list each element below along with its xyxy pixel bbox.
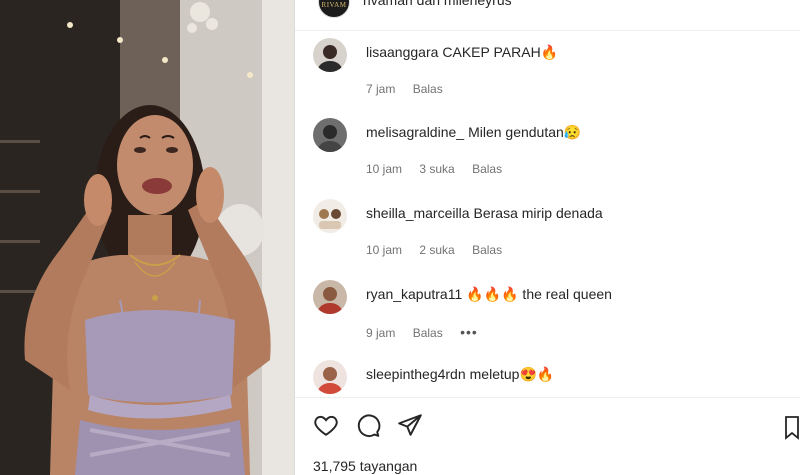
comment-time: 9 jam (366, 326, 396, 340)
comment-likes[interactable]: 3 suka (419, 162, 454, 176)
liked-by-text: rivamarl dan mileneyrus (363, 0, 512, 8)
comment-username[interactable]: sheilla_marceilla (366, 205, 470, 221)
comment-meta: 10 jam 3 suka Balas (366, 162, 516, 176)
media-illustration (0, 0, 294, 475)
share-icon[interactable] (397, 412, 427, 442)
actions-divider (295, 397, 800, 398)
comment-time: 10 jam (366, 162, 403, 176)
comment-meta: 7 jam Balas (366, 82, 457, 96)
comment-text: lisaanggara CAKEP PARAH🔥 (366, 44, 558, 61)
avatar[interactable] (313, 280, 347, 314)
post-media[interactable] (0, 0, 294, 475)
avatar[interactable] (313, 118, 347, 152)
comment-text: sheilla_marceilla Berasa mirip denada (366, 205, 603, 221)
comment-meta: 10 jam 2 suka Balas (366, 243, 516, 257)
avatar[interactable] (313, 38, 347, 72)
comments-panel: RIVAM rivamarl dan mileneyrus lisaanggar… (295, 0, 800, 475)
comment-body: Milen gendutan😥 (468, 124, 582, 140)
comment-username[interactable]: melisagraldine_ (366, 124, 464, 140)
comment-item: sheilla_marceilla Berasa mirip denada 10 … (295, 199, 800, 269)
more-dots-icon[interactable]: ••• (460, 324, 478, 340)
comment-username[interactable]: lisaanggara (366, 44, 438, 60)
comment-username[interactable]: ryan_kaputra11 (366, 286, 462, 302)
comment-text: melisagraldine_ Milen gendutan😥 (366, 124, 581, 141)
comment-username[interactable]: sleepintheg4rdn (366, 366, 466, 382)
comment-likes[interactable]: 2 suka (419, 243, 454, 257)
liked-by-strip: RIVAM rivamarl dan mileneyrus (295, 0, 800, 31)
reply-button[interactable]: Balas (413, 82, 443, 96)
comment-time: 10 jam (366, 243, 403, 257)
comment-icon[interactable] (355, 412, 385, 442)
reply-button[interactable]: Balas (472, 162, 502, 176)
reply-button[interactable]: Balas (472, 243, 502, 257)
heart-icon[interactable] (313, 412, 343, 442)
comment-text: sleepintheg4rdn meletup😍🔥 (366, 366, 554, 383)
avatar[interactable] (313, 360, 347, 394)
avatar[interactable] (313, 199, 347, 233)
avatar[interactable]: RIVAM (318, 0, 350, 18)
comment-body: CAKEP PARAH🔥 (442, 44, 559, 60)
comment-meta: 9 jam Balas ••• (366, 324, 492, 340)
avatar-logo-text: RIVAM (321, 1, 347, 9)
comment-time: 7 jam (366, 82, 396, 96)
comment-body: Berasa mirip denada (473, 205, 603, 221)
bookmark-icon[interactable] (785, 416, 800, 440)
comment-body: 🔥🔥🔥 the real queen (466, 286, 612, 302)
view-count: 31,795 tayangan (313, 458, 418, 474)
comment-item: melisagraldine_ Milen gendutan😥 10 jam 3 … (295, 118, 800, 188)
comment-item: lisaanggara CAKEP PARAH🔥 7 jam Balas (295, 38, 800, 108)
reply-button[interactable]: Balas (413, 326, 443, 340)
comment-text: ryan_kaputra11 🔥🔥🔥 the real queen (366, 286, 612, 303)
comment-item: ryan_kaputra11 🔥🔥🔥 the real queen 9 jam B… (295, 280, 800, 350)
comment-body: meletup😍🔥 (469, 366, 555, 382)
